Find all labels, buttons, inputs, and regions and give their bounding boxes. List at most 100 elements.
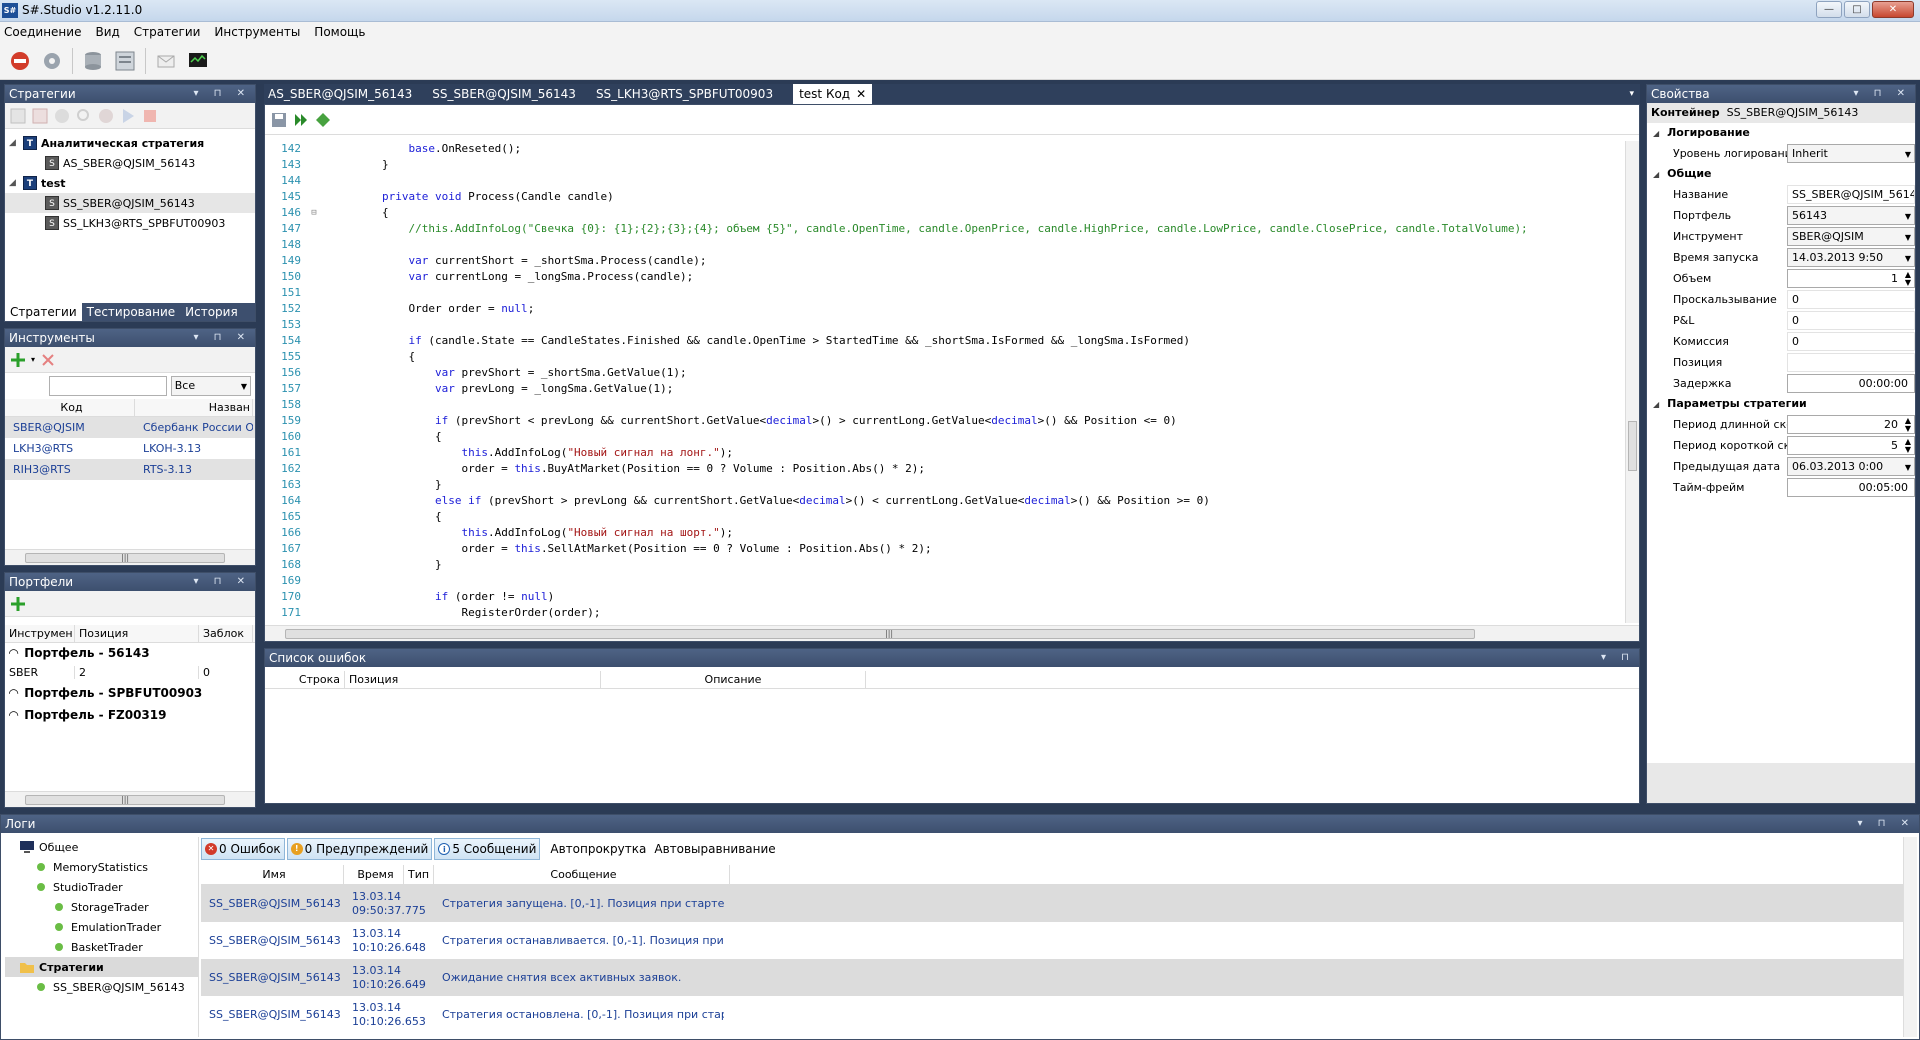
- code-line[interactable]: 145 private void Process(Candle candle): [265, 189, 1625, 205]
- code-line[interactable]: 168 }: [265, 557, 1625, 573]
- log-source-item[interactable]: MemoryStatistics: [5, 857, 198, 877]
- add-reference-icon[interactable]: [315, 112, 331, 128]
- code-line[interactable]: 157 var prevLong = _longSma.GetValue(1);: [265, 381, 1625, 397]
- warnings-filter-button[interactable]: ! 0 Предупреждений: [286, 838, 433, 860]
- portfolio-group[interactable]: ◠ Портфель - 56143: [5, 643, 255, 663]
- property-value[interactable]: [1787, 353, 1915, 372]
- maximize-button[interactable]: □: [1844, 1, 1870, 18]
- log-button[interactable]: [111, 47, 139, 75]
- log-row[interactable]: SS_SBER@QJSIM_56143 13.03.14 10:10:26.653 С…: [201, 996, 1917, 1033]
- property-value[interactable]: 20 ▲ ▼: [1787, 415, 1915, 434]
- column-header[interactable]: Код: [5, 399, 135, 416]
- stop-icon[interactable]: [141, 107, 159, 125]
- panel-controls[interactable]: ▾ ⊓ ✕: [193, 573, 251, 591]
- log-source-item[interactable]: EmulationTrader: [5, 917, 198, 937]
- add-icon[interactable]: [9, 595, 27, 613]
- code-line[interactable]: 149 var currentShort = _shortSma.Process…: [265, 253, 1625, 269]
- doc-tab[interactable]: SS_LKH3@RTS_SPBFUT00903: [596, 84, 789, 104]
- code-line[interactable]: 164 else if (prevShort > prevLong && cur…: [265, 493, 1625, 509]
- doc-tab-active[interactable]: test Код ✕: [793, 84, 873, 104]
- property-select[interactable]: 56143 ▼: [1787, 206, 1915, 225]
- tree-item[interactable]: S SS_LKH3@RTS_SPBFUT00903: [5, 213, 255, 233]
- property-select[interactable]: 06.03.2013 0:00 ▼: [1787, 457, 1915, 476]
- play-icon[interactable]: [119, 107, 137, 125]
- code-line[interactable]: 151: [265, 285, 1625, 301]
- spinner-icon[interactable]: ▲ ▼: [1905, 417, 1911, 433]
- property-row[interactable]: Предыдущая дата 06.03.2013 0:00 ▼: [1647, 456, 1915, 477]
- code-line[interactable]: 166 this.AddInfoLog("Новый сигнал на шор…: [265, 525, 1625, 541]
- panel-controls[interactable]: ▾ ⊓: [1601, 649, 1635, 667]
- property-row[interactable]: Портфель 56143 ▼: [1647, 205, 1915, 226]
- property-select[interactable]: 14.03.2013 9:50 ▼: [1787, 248, 1915, 267]
- property-select[interactable]: SBER@QJSIM ▼: [1787, 227, 1915, 246]
- log-source-item[interactable]: Общее: [5, 837, 198, 857]
- spinner-icon[interactable]: ▲ ▼: [1905, 271, 1911, 287]
- vertical-scrollbar[interactable]: [1625, 141, 1639, 623]
- column-header[interactable]: Заблок: [199, 625, 253, 642]
- doc-tab[interactable]: AS_SBER@QJSIM_56143: [268, 84, 428, 104]
- tab-history[interactable]: История: [180, 303, 243, 321]
- table-row[interactable]: SBER@QJSIM Сбербанк России О: [5, 417, 255, 438]
- property-row[interactable]: Название SS_SBER@QJSIM_56143: [1647, 184, 1915, 205]
- log-row[interactable]: SS_SBER@QJSIM_56143 13.03.14 10:10:26.649 О…: [201, 959, 1917, 996]
- code-line[interactable]: 158: [265, 397, 1625, 413]
- horizontal-scrollbar[interactable]: |||: [265, 625, 1639, 641]
- save-icon[interactable]: [271, 112, 287, 128]
- horizontal-scrollbar[interactable]: |||: [5, 791, 255, 807]
- code-line[interactable]: 163 }: [265, 477, 1625, 493]
- code-line[interactable]: 155 {: [265, 349, 1625, 365]
- delete-icon[interactable]: [39, 351, 57, 369]
- property-value[interactable]: 0: [1787, 332, 1915, 351]
- menu-instruments[interactable]: Инструменты: [214, 25, 300, 39]
- code-line[interactable]: 146 ⊟ {: [265, 205, 1625, 221]
- connect-button[interactable]: [6, 47, 34, 75]
- table-row[interactable]: SBER 2 0: [5, 663, 255, 681]
- property-value[interactable]: 5 ▲ ▼: [1787, 436, 1915, 455]
- tab-testing[interactable]: Тестирование: [82, 303, 181, 321]
- column-header[interactable]: Сообщение: [434, 865, 730, 884]
- menu-help[interactable]: Помощь: [314, 25, 365, 39]
- code-line[interactable]: 159 if (prevShort < prevLong && currentS…: [265, 413, 1625, 429]
- log-source-item[interactable]: StudioTrader: [5, 877, 198, 897]
- column-header[interactable]: Время: [344, 865, 404, 884]
- panel-controls[interactable]: ▾ ⊓ ✕: [1853, 85, 1911, 103]
- fold-marker[interactable]: ⊟: [307, 205, 321, 221]
- log-row[interactable]: SS_SBER@QJSIM_56143 13.03.14 09:50:37.775 С…: [201, 885, 1917, 922]
- tab-strategies[interactable]: Стратегии: [5, 303, 82, 321]
- column-header[interactable]: Позиция: [75, 625, 199, 642]
- code-line[interactable]: 171 RegisterOrder(order);: [265, 605, 1625, 621]
- horizontal-scrollbar[interactable]: |||: [5, 549, 255, 565]
- property-value[interactable]: 00:05:00: [1787, 478, 1915, 497]
- code-line[interactable]: 154 if (candle.State == CandleStates.Fin…: [265, 333, 1625, 349]
- portfolio-group[interactable]: ◠ Портфель - SPBFUT00903: [5, 683, 255, 703]
- column-header[interactable]: Описание: [601, 671, 866, 688]
- settings-button[interactable]: [38, 47, 66, 75]
- property-row[interactable]: P&L 0: [1647, 310, 1915, 331]
- code-line[interactable]: 169: [265, 573, 1625, 589]
- vertical-scrollbar[interactable]: [1903, 837, 1917, 1037]
- property-select[interactable]: Inherit ▼: [1787, 144, 1915, 163]
- property-category[interactable]: ◢ Общие: [1647, 164, 1915, 184]
- tree-item[interactable]: S SS_SBER@QJSIM_56143: [5, 193, 255, 213]
- tree-group[interactable]: ◢ T Аналитическая стратегия: [5, 133, 255, 153]
- email-button[interactable]: [152, 47, 180, 75]
- code-line[interactable]: 142 base.OnReseted();: [265, 141, 1625, 157]
- property-value[interactable]: 00:00:00: [1787, 374, 1915, 393]
- property-row[interactable]: Тайм-фрейм 00:05:00: [1647, 477, 1915, 498]
- property-category[interactable]: ◢ Параметры стратегии: [1647, 394, 1915, 414]
- column-header[interactable]: Имя: [201, 865, 344, 884]
- table-row[interactable]: LKH3@RTS LKOH-3.13: [5, 438, 255, 459]
- autoscroll-toggle[interactable]: Автопрокрутка: [550, 842, 646, 856]
- terminal-button[interactable]: [184, 47, 212, 75]
- add-icon[interactable]: [9, 351, 27, 369]
- property-value[interactable]: 0: [1787, 290, 1915, 309]
- code-line[interactable]: 144: [265, 173, 1625, 189]
- code-line[interactable]: 148: [265, 237, 1625, 253]
- property-row[interactable]: Проскальзывание 0: [1647, 289, 1915, 310]
- instrument-search-input[interactable]: [49, 376, 167, 396]
- property-row[interactable]: Инструмент SBER@QJSIM ▼: [1647, 226, 1915, 247]
- code-line[interactable]: 165 {: [265, 509, 1625, 525]
- tree-item[interactable]: S AS_SBER@QJSIM_56143: [5, 153, 255, 173]
- tabs-dropdown-icon[interactable]: ▾: [1629, 84, 1640, 104]
- panel-controls[interactable]: ▾ ⊓ ✕: [193, 329, 251, 347]
